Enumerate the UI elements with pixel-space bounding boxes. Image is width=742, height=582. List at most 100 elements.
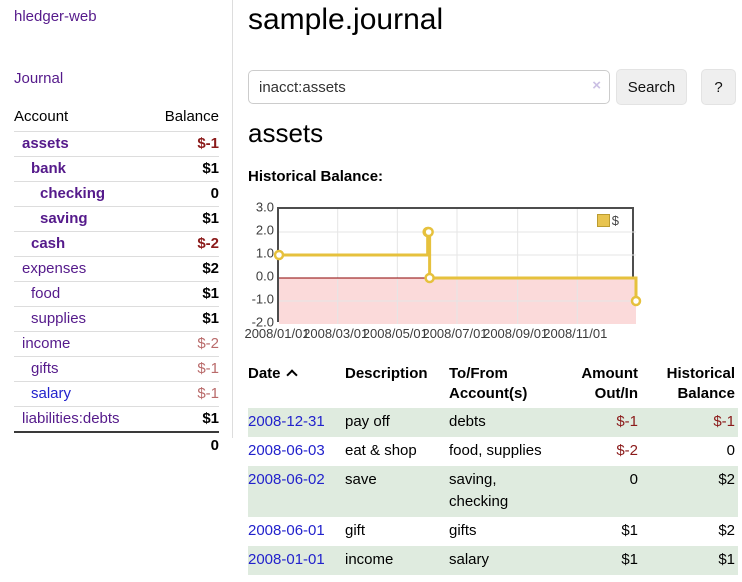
- x-axis-tick-label: 2008/01/01: [244, 326, 309, 341]
- transaction-balance: $2: [641, 466, 738, 517]
- transaction-date-link[interactable]: 2008-06-03: [248, 442, 325, 459]
- account-row: gifts $-1: [14, 356, 219, 381]
- x-axis-tick-label: 2008/07/01: [422, 326, 487, 341]
- legend-swatch: [597, 214, 610, 227]
- transaction-balance: 0: [641, 437, 738, 466]
- account-row: supplies $1: [14, 306, 219, 331]
- accounts-header-balance: Balance: [165, 108, 219, 125]
- y-axis-tick-label: 0.0: [248, 269, 274, 284]
- transaction-date-link[interactable]: 2008-06-02: [248, 471, 325, 488]
- accounts-total-row: 0: [14, 431, 219, 458]
- transaction-accounts: salary: [449, 546, 559, 575]
- account-balance: 0: [211, 185, 219, 202]
- register-header-amount: Amount Out/In: [559, 362, 641, 408]
- transaction-balance: $2: [641, 517, 738, 546]
- table-row: 2008-12-31pay offdebts$-1$-1: [248, 408, 738, 437]
- account-balance: $-2: [197, 235, 219, 252]
- x-axis-tick-label: 2008/03/01: [303, 326, 368, 341]
- transaction-accounts: saving, checking: [449, 466, 559, 517]
- y-axis-tick-label: 3.0: [248, 200, 274, 215]
- hledger-web-app: hledger-web Journal Account Balance asse…: [0, 0, 742, 582]
- account-link[interactable]: liabilities:debts: [14, 410, 120, 427]
- search-button[interactable]: Search: [616, 69, 687, 105]
- accounts-table-body: assets$-1bank$1checking0saving$1cash$-2e…: [14, 131, 219, 431]
- account-link[interactable]: supplies: [14, 310, 86, 327]
- account-balance: $1: [202, 310, 219, 327]
- account-link[interactable]: checking: [14, 185, 105, 202]
- transaction-description: gift: [345, 517, 449, 546]
- transaction-description: income: [345, 546, 449, 575]
- register-header-row: Date Description To/From Account(s) Amou…: [248, 362, 738, 408]
- account-row: saving $1: [14, 206, 219, 231]
- transaction-accounts: debts: [449, 408, 559, 437]
- transaction-description: save: [345, 466, 449, 517]
- account-balance: $-2: [197, 335, 219, 352]
- account-link[interactable]: cash: [14, 235, 65, 252]
- transaction-date-link[interactable]: 2008-06-01: [248, 522, 325, 539]
- page-title: sample.journal: [248, 0, 443, 40]
- account-row: checking 0: [14, 181, 219, 206]
- account-link[interactable]: food: [14, 285, 60, 302]
- account-row: bank $1: [14, 156, 219, 181]
- account-balance: $1: [202, 410, 219, 427]
- register-header-description: Description: [345, 362, 449, 408]
- transaction-amount: $1: [559, 517, 641, 546]
- transaction-amount: $-1: [559, 408, 641, 437]
- account-link[interactable]: gifts: [14, 360, 59, 377]
- account-balance: $1: [202, 285, 219, 302]
- table-row: 2008-06-01 giftgifts$1$2: [248, 517, 738, 546]
- transaction-accounts: gifts: [449, 517, 559, 546]
- accounts-table: Account Balance assets$-1bank$1checking0…: [14, 104, 219, 458]
- account-link[interactable]: assets: [14, 135, 69, 152]
- chevron-up-icon: [286, 369, 297, 380]
- transaction-amount: 0: [559, 466, 641, 517]
- accounts-total-value: 0: [211, 437, 219, 454]
- y-axis-tick-label: -1.0: [248, 292, 274, 307]
- help-button[interactable]: ?: [701, 69, 736, 105]
- chart-canvas: [279, 209, 636, 324]
- account-balance: $-1: [197, 385, 219, 402]
- search-box: ×: [248, 70, 610, 104]
- transaction-description: eat & shop: [345, 437, 449, 466]
- clear-search-icon[interactable]: ×: [592, 77, 601, 94]
- account-link[interactable]: bank: [14, 160, 66, 177]
- table-row: 2008-06-03eat & shopfood, supplies$-20: [248, 437, 738, 466]
- account-link[interactable]: saving: [14, 210, 88, 227]
- chart-legend: $: [597, 213, 619, 228]
- y-axis-tick-label: 2.0: [248, 223, 274, 238]
- account-link[interactable]: income: [14, 335, 70, 352]
- x-axis-tick-label: 2008/05/01: [363, 326, 428, 341]
- transaction-balance: $1: [641, 546, 738, 575]
- register-table: Date Description To/From Account(s) Amou…: [248, 362, 738, 575]
- account-link[interactable]: salary: [14, 385, 71, 402]
- transaction-balance: $-1: [641, 408, 738, 437]
- accounts-table-header: Account Balance: [14, 104, 219, 131]
- chart-title: Historical Balance:: [248, 168, 383, 185]
- account-row: assets$-1: [14, 131, 219, 156]
- account-balance: $1: [202, 210, 219, 227]
- brand-link[interactable]: hledger-web: [14, 8, 97, 25]
- account-row: salary $-1: [14, 381, 219, 406]
- search-input[interactable]: [248, 70, 610, 104]
- transaction-description: pay off: [345, 408, 449, 437]
- sidebar-item-journal[interactable]: Journal: [14, 70, 63, 87]
- transaction-accounts: food, supplies: [449, 437, 559, 466]
- register-table-body: 2008-12-31pay offdebts$-1$-12008-06-03ea…: [248, 408, 738, 575]
- table-row: 2008-06-02 savesaving, checking0$2: [248, 466, 738, 517]
- x-axis-tick-label: 2008/11/01: [543, 326, 607, 341]
- account-balance: $-1: [197, 360, 219, 377]
- account-link[interactable]: expenses: [14, 260, 86, 277]
- account-balance: $1: [202, 160, 219, 177]
- transaction-amount: $1: [559, 546, 641, 575]
- account-heading: assets: [248, 116, 323, 150]
- account-row: food $1: [14, 281, 219, 306]
- transaction-date-link[interactable]: 2008-12-31: [248, 413, 325, 430]
- legend-label: $: [612, 213, 619, 228]
- register-header-accounts: To/From Account(s): [449, 362, 559, 408]
- account-row: income $-2: [14, 331, 219, 356]
- historical-balance-chart: $ 3.02.01.00.0-1.0-2.02008/01/012008/03/…: [248, 200, 688, 342]
- register-header-date[interactable]: Date: [248, 362, 345, 408]
- table-row: 2008-01-01incomesalary$1$1: [248, 546, 738, 575]
- register-header-balance: Historical Balance: [641, 362, 738, 408]
- transaction-date-link[interactable]: 2008-01-01: [248, 551, 325, 568]
